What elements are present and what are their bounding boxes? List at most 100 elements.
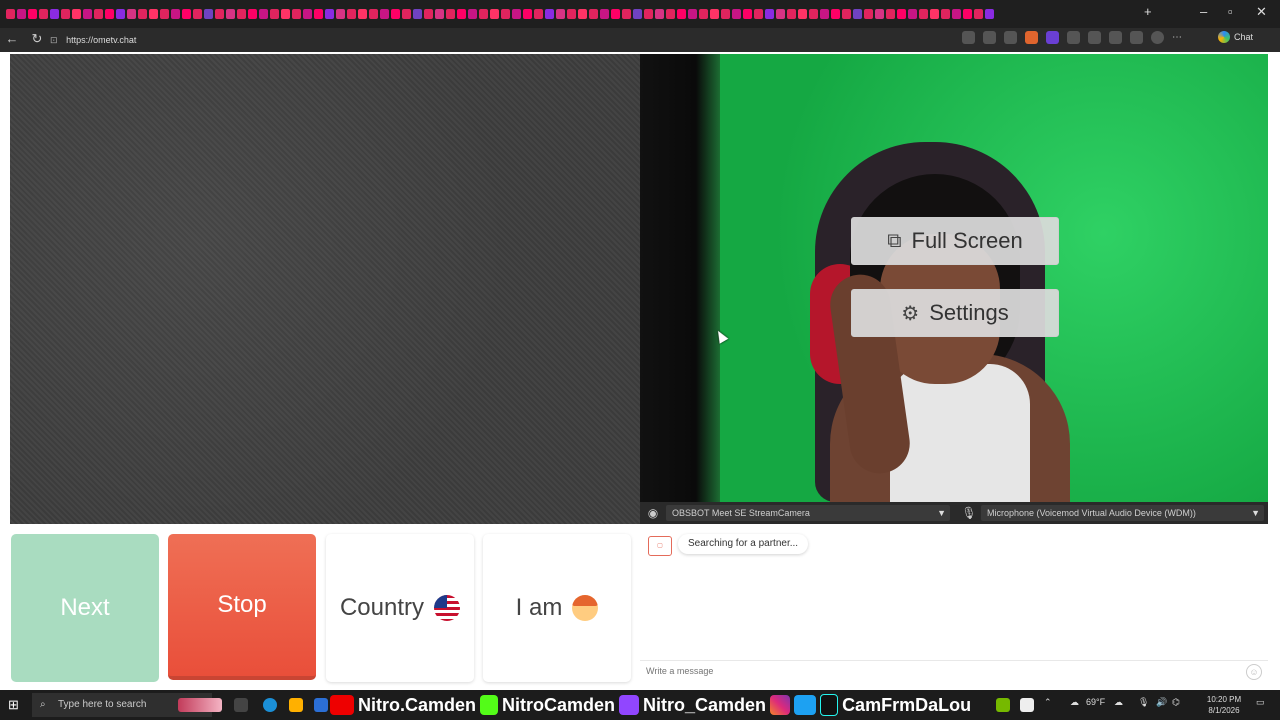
browser-tab[interactable]: [380, 9, 389, 19]
browser-tab[interactable]: [347, 9, 356, 19]
browser-tab[interactable]: [193, 9, 202, 19]
browser-tab[interactable]: [952, 9, 961, 19]
pinned-app-icon[interactable]: [178, 698, 222, 712]
browser-tab[interactable]: [149, 9, 158, 19]
browser-tab[interactable]: [105, 9, 114, 19]
browser-tab[interactable]: [776, 9, 785, 19]
browser-tab[interactable]: [446, 9, 455, 19]
browser-tab[interactable]: [963, 9, 972, 19]
browser-tab[interactable]: [435, 9, 444, 19]
settings-button[interactable]: ⚙ Settings: [851, 289, 1059, 337]
browser-tab[interactable]: [908, 9, 917, 19]
profile-avatar[interactable]: [1151, 31, 1164, 44]
browser-tab[interactable]: [589, 9, 598, 19]
browser-tab[interactable]: [138, 9, 147, 19]
browser-tab[interactable]: [941, 9, 950, 19]
extension-icon[interactable]: [1088, 31, 1101, 44]
browser-tab[interactable]: [61, 9, 70, 19]
browser-tab[interactable]: [336, 9, 345, 19]
browser-tab[interactable]: [897, 9, 906, 19]
browser-tab[interactable]: [83, 9, 92, 19]
browser-tab[interactable]: [666, 9, 675, 19]
browser-tab[interactable]: [798, 9, 807, 19]
browser-tab[interactable]: [182, 9, 191, 19]
browser-tab[interactable]: [325, 9, 334, 19]
browser-tab[interactable]: [886, 9, 895, 19]
tray-overflow-icon[interactable]: ⌃: [1044, 697, 1052, 708]
task-view-icon[interactable]: [234, 698, 248, 712]
browser-tab[interactable]: [369, 9, 378, 19]
notification-icon[interactable]: ▭: [1256, 697, 1265, 708]
browser-tab[interactable]: [28, 9, 37, 19]
browser-tab[interactable]: [171, 9, 180, 19]
camera-select[interactable]: OBSBOT Meet SE StreamCamera ▼: [666, 505, 950, 521]
browser-tab[interactable]: [985, 9, 994, 19]
browser-tab[interactable]: [556, 9, 565, 19]
browser-tab[interactable]: [314, 9, 323, 19]
star-icon[interactable]: [1004, 31, 1017, 44]
browser-tab[interactable]: [501, 9, 510, 19]
browser-tab[interactable]: [853, 9, 862, 19]
page-icon[interactable]: [983, 31, 996, 44]
favorites-icon[interactable]: [1109, 31, 1122, 44]
maximize-icon[interactable]: ▫: [1228, 4, 1233, 19]
browser-tab[interactable]: [765, 9, 774, 19]
store-icon[interactable]: [314, 698, 328, 712]
browser-tab[interactable]: [17, 9, 26, 19]
browser-tab[interactable]: [358, 9, 367, 19]
microphone-select[interactable]: Microphone (Voicemod Virtual Audio Devic…: [981, 505, 1264, 521]
network-icon[interactable]: ⌬: [1172, 697, 1180, 708]
stop-button[interactable]: Stop: [168, 534, 316, 680]
browser-tab[interactable]: [677, 9, 686, 19]
browser-tab[interactable]: [424, 9, 433, 19]
edge-icon[interactable]: [263, 698, 277, 712]
browser-tab[interactable]: [512, 9, 521, 19]
back-icon[interactable]: ←: [4, 31, 20, 47]
browser-tab[interactable]: [600, 9, 609, 19]
browser-tab[interactable]: [831, 9, 840, 19]
browser-tab[interactable]: [864, 9, 873, 19]
browser-tab[interactable]: [545, 9, 554, 19]
browser-tab[interactable]: [39, 9, 48, 19]
browser-tab[interactable]: [732, 9, 741, 19]
browser-tab[interactable]: [413, 9, 422, 19]
address-bar[interactable]: ⊡ https://ometv.chat: [50, 30, 950, 50]
copilot-chat-button[interactable]: Chat: [1218, 31, 1253, 43]
browser-tab[interactable]: [820, 9, 829, 19]
browser-tab[interactable]: [226, 9, 235, 19]
windows-start-icon[interactable]: ⊞: [8, 698, 22, 712]
browser-tab[interactable]: [974, 9, 983, 19]
browser-tab[interactable]: [270, 9, 279, 19]
close-icon[interactable]: ✕: [1256, 4, 1267, 20]
volume-icon[interactable]: 🔊: [1156, 697, 1167, 708]
browser-tab[interactable]: [754, 9, 763, 19]
browser-tab[interactable]: [710, 9, 719, 19]
browser-tab[interactable]: [622, 9, 631, 19]
browser-tab[interactable]: [391, 9, 400, 19]
browser-tab[interactable]: [578, 9, 587, 19]
emoji-icon[interactable]: ☺: [1246, 664, 1262, 680]
browser-tab[interactable]: [50, 9, 59, 19]
browser-tab[interactable]: [402, 9, 411, 19]
browser-tab[interactable]: [919, 9, 928, 19]
minimize-icon[interactable]: –: [1200, 4, 1207, 19]
browser-tab[interactable]: [490, 9, 499, 19]
browser-tab[interactable]: [281, 9, 290, 19]
next-button[interactable]: Next: [11, 534, 159, 682]
extension-icon[interactable]: [1067, 31, 1080, 44]
browser-tab[interactable]: [259, 9, 268, 19]
extension-icon[interactable]: [1046, 31, 1059, 44]
download-icon[interactable]: [1130, 31, 1143, 44]
fullscreen-button[interactable]: ⧉ Full Screen: [851, 217, 1059, 265]
file-explorer-icon[interactable]: [289, 698, 303, 712]
browser-tab[interactable]: [6, 9, 15, 19]
browser-tab[interactable]: [303, 9, 312, 19]
browser-tab[interactable]: [699, 9, 708, 19]
browser-tab[interactable]: [688, 9, 697, 19]
browser-tab[interactable]: [116, 9, 125, 19]
more-icon[interactable]: ⋯: [1172, 31, 1185, 44]
browser-tab[interactable]: [875, 9, 884, 19]
browser-tab[interactable]: [534, 9, 543, 19]
browser-tab[interactable]: [743, 9, 752, 19]
browser-tab[interactable]: [204, 9, 213, 19]
